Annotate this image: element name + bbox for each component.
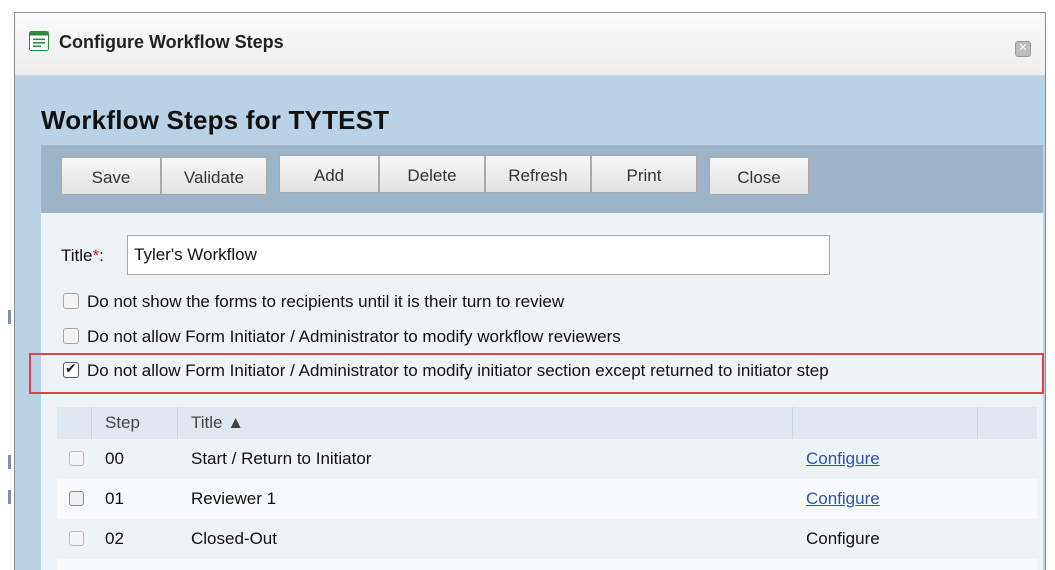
close-icon[interactable]: ✕	[1015, 41, 1031, 57]
dialog-titlebar[interactable]: Configure Workflow Steps ✕	[15, 13, 1045, 76]
configure-link[interactable]: Configure	[806, 479, 880, 519]
no-modify-reviewers-label: Do not allow Form Initiator / Administra…	[87, 327, 621, 346]
toolbar: Save Validate Add Delete Refresh Print C…	[41, 145, 1043, 213]
row-step: 02	[105, 529, 124, 548]
configure-text: Configure	[806, 529, 880, 548]
save-button[interactable]: Save	[61, 157, 161, 195]
form-icon	[29, 31, 49, 51]
title-input[interactable]	[127, 235, 830, 275]
table-row[interactable]: 01 Reviewer 1 Configure	[57, 479, 1037, 519]
hide-forms-checkbox[interactable]	[63, 292, 79, 309]
dialog-title: Configure Workflow Steps	[59, 32, 284, 52]
highlight-box	[29, 353, 1044, 394]
workflow-steps-table: Step Title ▲ 00 Start / Return to Initia…	[57, 407, 1037, 570]
row-checkbox[interactable]	[69, 531, 84, 546]
refresh-button[interactable]: Refresh	[485, 155, 591, 193]
title-label: Title*:	[61, 246, 104, 266]
print-button[interactable]: Print	[591, 155, 697, 193]
close-button[interactable]: Close	[709, 157, 809, 195]
title-label-text: Title	[61, 246, 93, 265]
row-checkbox[interactable]	[69, 491, 84, 506]
option-hide-forms-until-turn[interactable]: Do not show the forms to recipients unti…	[63, 292, 564, 318]
row-step: 01	[105, 489, 124, 508]
title-label-colon: :	[99, 246, 104, 265]
configure-link[interactable]: Configure	[806, 439, 880, 479]
add-button[interactable]: Add	[279, 155, 379, 193]
background-left-edge	[0, 0, 12, 569]
row-step: 00	[105, 449, 124, 468]
validate-button[interactable]: Validate	[161, 157, 267, 195]
hide-forms-label: Do not show the forms to recipients unti…	[87, 292, 565, 311]
row-checkbox[interactable]	[69, 451, 84, 466]
row-title: Reviewer 1	[191, 489, 277, 508]
option-no-modify-reviewers[interactable]: Do not allow Form Initiator / Administra…	[63, 327, 621, 353]
no-modify-reviewers-checkbox[interactable]	[63, 327, 79, 344]
table-header: Step Title ▲	[57, 407, 1037, 439]
table-row[interactable]: 02 Closed-Out Configure	[57, 519, 1037, 559]
background-top	[0, 0, 1055, 6]
delete-button[interactable]: Delete	[379, 155, 485, 193]
column-header-title[interactable]: Title ▲	[191, 407, 244, 439]
row-title: Start / Return to Initiator	[191, 449, 372, 468]
column-header-step[interactable]: Step	[105, 407, 140, 439]
table-row[interactable]: 00 Start / Return to Initiator Configure	[57, 439, 1037, 479]
row-title: Closed-Out	[191, 529, 277, 548]
configure-workflow-dialog: Configure Workflow Steps ✕ Workflow Step…	[14, 12, 1046, 570]
page-title: Workflow Steps for TYTEST	[41, 105, 390, 135]
